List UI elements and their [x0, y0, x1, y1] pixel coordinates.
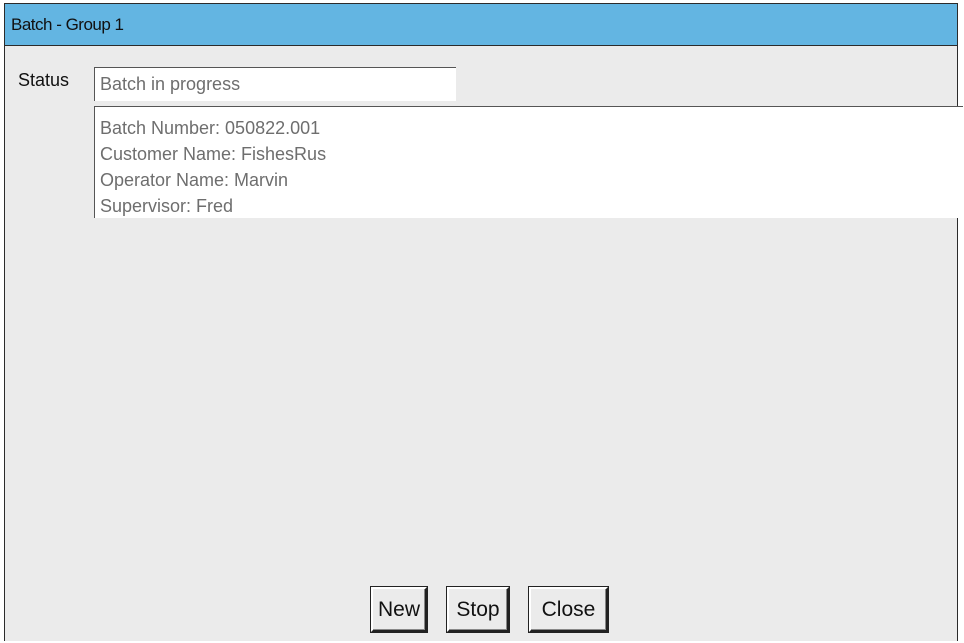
customer-name-line: Customer Name: FishesRus	[100, 144, 327, 164]
batch-info-box: Batch Number: 050822.001 Customer Name: …	[94, 106, 963, 218]
status-label: Status	[18, 70, 70, 90]
status-field: Batch in progress	[94, 67, 456, 101]
close-button[interactable]: Close	[528, 586, 609, 633]
new-button[interactable]: New	[370, 586, 428, 633]
title-bar: Batch - Group 1	[5, 4, 957, 46]
supervisor-line: Supervisor: Fred	[100, 196, 234, 216]
operator-name-line: Operator Name: Marvin	[100, 170, 289, 190]
batch-number-line: Batch Number: 050822.001	[100, 118, 321, 138]
batch-dialog: Batch - Group 1 Status Batch in progress…	[4, 3, 963, 641]
window-title: Batch - Group 1	[11, 15, 124, 34]
stop-button[interactable]: Stop	[446, 586, 510, 633]
